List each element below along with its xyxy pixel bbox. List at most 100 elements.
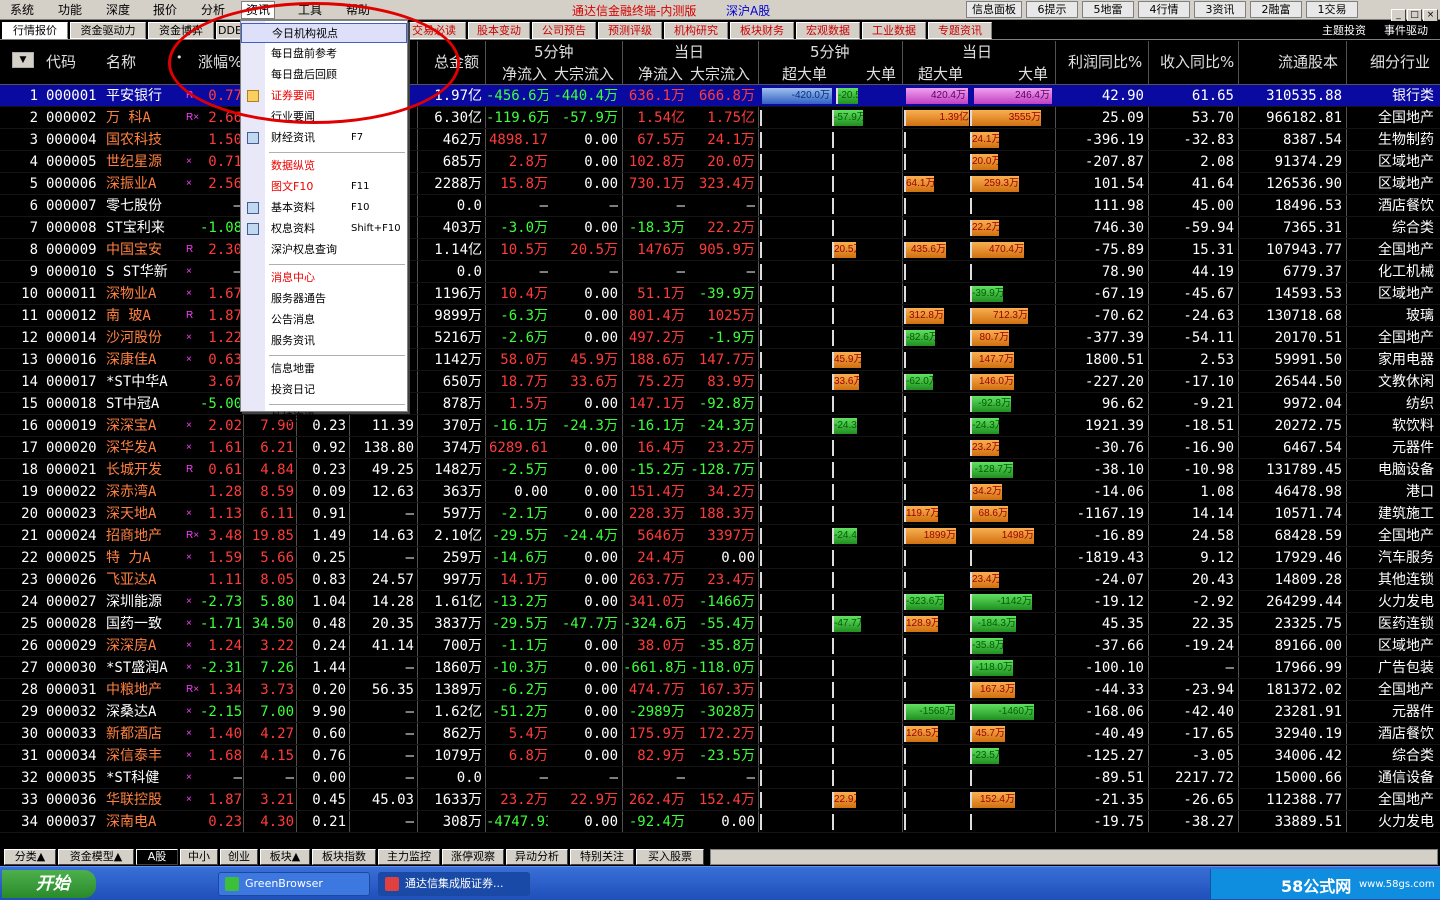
table-row[interactable]: 5 000006 深振业A × 2.56 2288万 15.8万 0.00 730.1万 323.…: [0, 173, 1440, 195]
table-row[interactable]: 16 000019 深深宝A × 2.02 7.90 0.23 11.39 370万 -16.1万…: [0, 415, 1440, 437]
task-tdx[interactable]: 通达信集成版证券...: [378, 872, 530, 896]
col-code[interactable]: 代码: [46, 51, 76, 72]
col-net2[interactable]: 净流入: [638, 63, 683, 84]
menu-function[interactable]: 功能: [58, 2, 82, 18]
menu-item[interactable]: 信息地雷: [241, 359, 407, 379]
tab-institution-research[interactable]: 机构研究: [664, 22, 728, 39]
table-row[interactable]: 29 000032 深桑达A × -2.15 7.00 9.90–1.62亿 -51.2万 0.…: [0, 701, 1440, 723]
btab-main-monitor[interactable]: 主力监控: [378, 849, 440, 865]
tab-company-forecast[interactable]: 公司预告: [532, 22, 596, 39]
tab-event-driven[interactable]: 事件驱动: [1384, 22, 1428, 39]
table-row[interactable]: 21 000024 招商地产 R× 3.48 19.85 1.49 14.63 2.10亿 -29…: [0, 525, 1440, 547]
table-row[interactable]: 26 000029 深深房A × 1.24 3.22 0.24 41.14 700万 -1.1万 0…: [0, 635, 1440, 657]
col-super1[interactable]: 超大单: [782, 63, 827, 84]
btab-anomaly[interactable]: 异动分析: [506, 849, 568, 865]
table-row[interactable]: 9 000010 S ST华新 × –0.0– – – –78.90 44.19 6779.37 化…: [0, 261, 1440, 283]
table-row[interactable]: 22 000025 特 力A × 1.59 5.66 0.25–259万 -14.6万 0.00…: [0, 547, 1440, 569]
btab-buy[interactable]: 买入股票: [636, 849, 704, 865]
info-panel-button[interactable]: 信息面板: [966, 1, 1022, 18]
start-button[interactable]: 开始: [2, 870, 96, 898]
btab-category[interactable]: 分类▲: [4, 849, 56, 865]
tab-forecast-rating[interactable]: 预测评级: [598, 22, 662, 39]
table-row[interactable]: 7 000008 ST宝利来 -1.08 403万 -3.0万 0.00 -18.3万 22.2…: [0, 217, 1440, 239]
menu-help[interactable]: 帮助: [346, 2, 370, 18]
table-row[interactable]: 34 000037 深南电A 0.23 4.30 0.21 – 308万 -4747.93 0.0…: [0, 811, 1440, 833]
tab-quotes[interactable]: 行情报价: [2, 22, 68, 39]
btab-special-focus[interactable]: 特别关注: [570, 849, 634, 865]
news-button[interactable]: 3资讯: [1194, 1, 1246, 18]
table-row[interactable]: 20 000023 深天地A × 1.13 6.11 0.91–597万 -2.1万 0.00 2…: [0, 503, 1440, 525]
table-row[interactable]: 1 000001 平安银行 R 0.77 1.97亿 -456.6万 -440.4万 636.1…: [0, 85, 1440, 107]
menu-analysis[interactable]: 分析: [201, 2, 225, 18]
table-row[interactable]: 31 000034 深信泰丰 × 1.68 4.15 0.76–1079万 6.8万 0.00 8…: [0, 745, 1440, 767]
col-big1[interactable]: 大宗流入: [554, 63, 614, 84]
table-row[interactable]: 14 000017 *ST中华A 3.67 650万 18.7万 33.6万 75.2万 83.…: [0, 371, 1440, 393]
btab-a-shares[interactable]: A股: [136, 849, 178, 865]
btab-limit-watch[interactable]: 涨停观察: [442, 849, 504, 865]
menu-item[interactable]: 外挂资讯: [241, 408, 407, 428]
menu-item[interactable]: 公告消息: [241, 310, 407, 330]
col-large1[interactable]: 大单: [866, 63, 896, 84]
table-row[interactable]: 8 000009 中国宝安 R 2.30 1.14亿 10.5万 20.5万 1476万 905.…: [0, 239, 1440, 261]
table-row[interactable]: 15 000018 ST中冠A -5.00 878万 1.5万 0.00 147.1万 -92.…: [0, 393, 1440, 415]
table-row[interactable]: 2 000002 万 科A R× 2.66 6.30亿 -119.6万 -57.9万 1.54亿…: [0, 107, 1440, 129]
tab-special-news[interactable]: 专题资讯: [928, 22, 992, 39]
quote-button[interactable]: 4行情: [1138, 1, 1190, 18]
table-row[interactable]: 19 000022 深赤湾A 1.28 8.59 0.09 12.63 363万 0.00 0.0…: [0, 481, 1440, 503]
col-income-yoy[interactable]: 收入同比%: [1160, 51, 1234, 72]
tab-theme-invest[interactable]: 主题投资: [1322, 22, 1366, 39]
menu-item[interactable]: 图文F10 F11: [241, 177, 407, 197]
menu-item[interactable]: 行业要闻: [241, 107, 407, 127]
menu-item[interactable]: 服务资讯: [241, 331, 407, 351]
table-row[interactable]: 12 000014 沙河股份 × 1.22 5216万 -2.6万 0.00 497.2万 -1.…: [0, 327, 1440, 349]
menu-quote[interactable]: 报价: [153, 2, 177, 18]
task-greenbrowser[interactable]: GreenBrowser: [218, 872, 370, 896]
menu-item[interactable]: 财经资讯 F7: [241, 128, 407, 148]
col-float-shares[interactable]: 流通股本: [1278, 51, 1338, 72]
col-net1[interactable]: 净流入: [502, 63, 547, 84]
tab-industrial-data[interactable]: 工业数据: [862, 22, 926, 39]
btab-gem[interactable]: 创业: [220, 849, 258, 865]
col-large2[interactable]: 大单: [1018, 63, 1048, 84]
tab-trade-must-read[interactable]: 交易必读: [402, 22, 466, 39]
table-row[interactable]: 24 000027 深圳能源 × -2.73 5.80 1.04 14.28 1.61亿 -13.…: [0, 591, 1440, 613]
menu-item[interactable]: 权息资料 Shift+F10: [241, 219, 407, 239]
table-row[interactable]: 18 000021 长城开发 R 0.61 4.84 0.23 49.25 1482万 -2.5万…: [0, 459, 1440, 481]
menu-system[interactable]: 系统: [10, 2, 34, 18]
table-row[interactable]: 13 000016 深康佳A × 0.63 1142万 58.0万 45.9万 188.6万 14…: [0, 349, 1440, 371]
rongfu-button[interactable]: 2融富: [1250, 1, 1302, 18]
sort-dropdown-icon[interactable]: ▼: [12, 52, 34, 68]
col-amount[interactable]: 总金额: [434, 51, 479, 72]
tab-share-change[interactable]: 股本变动: [468, 22, 530, 39]
tab-sector-finance[interactable]: 板块财务: [730, 22, 794, 39]
table-row[interactable]: 3 000004 国农科技 1.50 462万 4898.17 0.00 67.5万 24.1万…: [0, 129, 1440, 151]
table-row[interactable]: 4 000005 世纪星源 × 0.71 685万 2.8万 0.00 102.8万 20.0万 2…: [0, 151, 1440, 173]
menu-item[interactable]: 基本资料 F10: [241, 198, 407, 218]
menu-tools[interactable]: 工具: [298, 2, 322, 18]
col-name[interactable]: 名称: [106, 51, 136, 72]
table-row[interactable]: 17 000020 深华发A × 1.61 6.21 0.92 138.80 374万 6289.…: [0, 437, 1440, 459]
btab-sme[interactable]: 中小: [180, 849, 218, 865]
table-row[interactable]: 28 000031 中粮地产 R× 1.34 3.73 0.20 56.35 1389万 -6.2…: [0, 679, 1440, 701]
menu-item[interactable]: 数据纵览: [241, 156, 407, 176]
menu-item[interactable]: 投资日记: [241, 380, 407, 400]
table-row[interactable]: 32 000035 *ST科健 × – –0.00–0.0– – – – -89.51 2217.7…: [0, 767, 1440, 789]
table-row[interactable]: 25 000028 国药一致 × -1.71 34.50 0.48 20.35 3837万 -29…: [0, 613, 1440, 635]
table-row[interactable]: 23 000026 飞亚达A 1.11 8.05 0.83 24.57 997万 14.1万 0.…: [0, 569, 1440, 591]
btab-sector[interactable]: 板块▲: [260, 849, 310, 865]
menu-depth[interactable]: 深度: [106, 2, 130, 18]
menu-info[interactable]: 资讯: [241, 1, 276, 19]
col-industry[interactable]: 细分行业: [1370, 51, 1430, 72]
table-row[interactable]: 33 000036 华联控股 × 1.87 3.21 0.45 45.03 1633万 23.2万…: [0, 789, 1440, 811]
menu-item[interactable]: 证券要闻: [241, 86, 407, 106]
menu-item[interactable]: 消息中心: [241, 268, 407, 288]
btab-sector-index[interactable]: 板块指数: [312, 849, 376, 865]
tip-button[interactable]: 6提示: [1026, 1, 1078, 18]
menu-item[interactable]: 深沪权息查询: [241, 240, 407, 260]
table-row[interactable]: 30 000033 新都酒店 × 1.40 4.27 0.60–862万 5.4万 0.00 17…: [0, 723, 1440, 745]
table-row[interactable]: 10 000011 深物业A × 1.67 1196万 10.4万 0.00 51.1万 -39.…: [0, 283, 1440, 305]
tab-capital-drive[interactable]: 资金驱动力: [70, 22, 146, 39]
col-big2[interactable]: 大宗流入: [690, 63, 750, 84]
col-profit-yoy[interactable]: 利润同比%: [1068, 51, 1142, 72]
trade-button[interactable]: 1交易: [1306, 1, 1358, 18]
